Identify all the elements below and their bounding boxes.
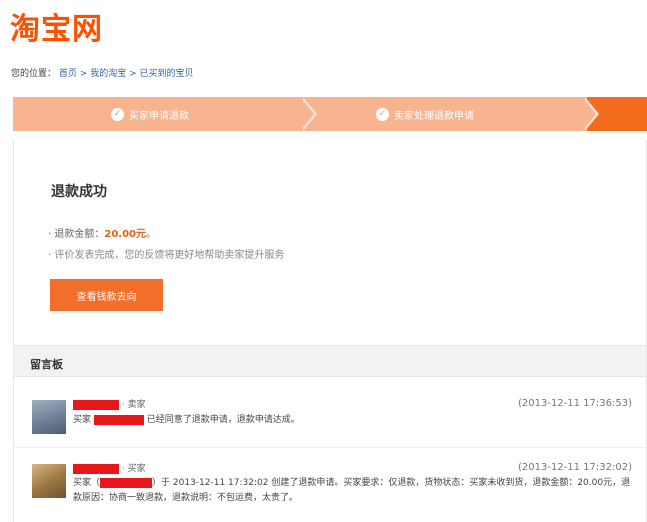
- message-time: (2013-12-11 17:32:02): [517, 462, 632, 473]
- step-divider: [582, 97, 596, 131]
- review-note: · 评价发表完成，您的反馈将更好地帮助卖家提升服务: [48, 250, 285, 261]
- breadcrumb-bought-items-link[interactable]: 已买到的宝贝: [140, 69, 194, 79]
- message-prefix: 买家: [73, 415, 92, 425]
- refund-result-panel: 退款成功 · 退款金额：20.00元。 · 评价发表完成，您的反馈将更好地帮助卖…: [13, 140, 647, 522]
- breadcrumb: 您的位置： 首页 > 我的淘宝 > 已买到的宝贝: [11, 66, 194, 79]
- redacted-username: [100, 477, 153, 488]
- avatar[interactable]: [32, 400, 66, 434]
- avatar[interactable]: [32, 464, 66, 498]
- author-role: · 卖家: [121, 400, 146, 410]
- refund-status-title: 退款成功: [51, 184, 107, 200]
- breadcrumb-my-taobao-link[interactable]: 我的淘宝: [90, 69, 126, 79]
- message-body: 买家 已经同意了退款申请，退款申请达成。: [73, 413, 635, 428]
- refund-amount-line: · 退款金额：20.00元。: [48, 225, 156, 240]
- refund-amount-suffix: 。: [146, 229, 156, 240]
- message-board-title: 留言板: [30, 358, 63, 371]
- redacted-username: [73, 463, 119, 474]
- message-author: · 买家: [73, 461, 146, 474]
- breadcrumb-separator: >: [79, 69, 88, 79]
- step-buyer-apply: ✓ 买家申请退款: [111, 97, 189, 131]
- breadcrumb-home-link[interactable]: 首页: [59, 69, 77, 79]
- message-time: (2013-12-11 17:36:53): [517, 398, 632, 409]
- breadcrumb-separator: >: [129, 69, 137, 79]
- redacted-username: [73, 399, 119, 410]
- track-money-button[interactable]: 查看钱款去向: [50, 279, 163, 311]
- check-icon: ✓: [376, 107, 389, 121]
- message-prefix: 买家（: [73, 478, 101, 488]
- message-board-header: 留言板: [14, 345, 646, 377]
- refund-amount-value: 20.00元: [104, 229, 146, 240]
- message-item: · 买家 (2013-12-11 17:32:02) 买家（ ）于 2013-12…: [14, 458, 646, 522]
- step-seller-process: ✓ 卖家处理退款申请: [376, 97, 474, 131]
- redacted-username: [93, 414, 144, 425]
- message-text: 已经同意了退款申请，退款申请达成。: [146, 415, 300, 425]
- step-label: 卖家处理退款申请: [394, 110, 474, 122]
- step-divider: [300, 97, 314, 131]
- message-text: ）于 2013-12-11 17:32:02 创建了退款申请。买家要求：仅退款，…: [73, 478, 631, 503]
- refund-amount-label: · 退款金额：: [48, 229, 105, 240]
- message-body: 买家（ ）于 2013-12-11 17:32:02 创建了退款申请。买家要求：仅…: [73, 476, 635, 506]
- author-role: · 买家: [121, 464, 146, 474]
- breadcrumb-prefix: 您的位置：: [11, 69, 57, 79]
- step-label: 买家申请退款: [129, 110, 189, 122]
- refund-progress-steps: ✓ 买家申请退款 ✓ 卖家处理退款申请: [13, 97, 647, 131]
- check-icon: ✓: [111, 107, 124, 121]
- taobao-logo[interactable]: 淘宝网: [10, 4, 103, 47]
- message-author: · 卖家: [73, 397, 146, 410]
- message-item: · 卖家 (2013-12-11 17:36:53) 买家 已经同意了退款申请，…: [14, 390, 646, 448]
